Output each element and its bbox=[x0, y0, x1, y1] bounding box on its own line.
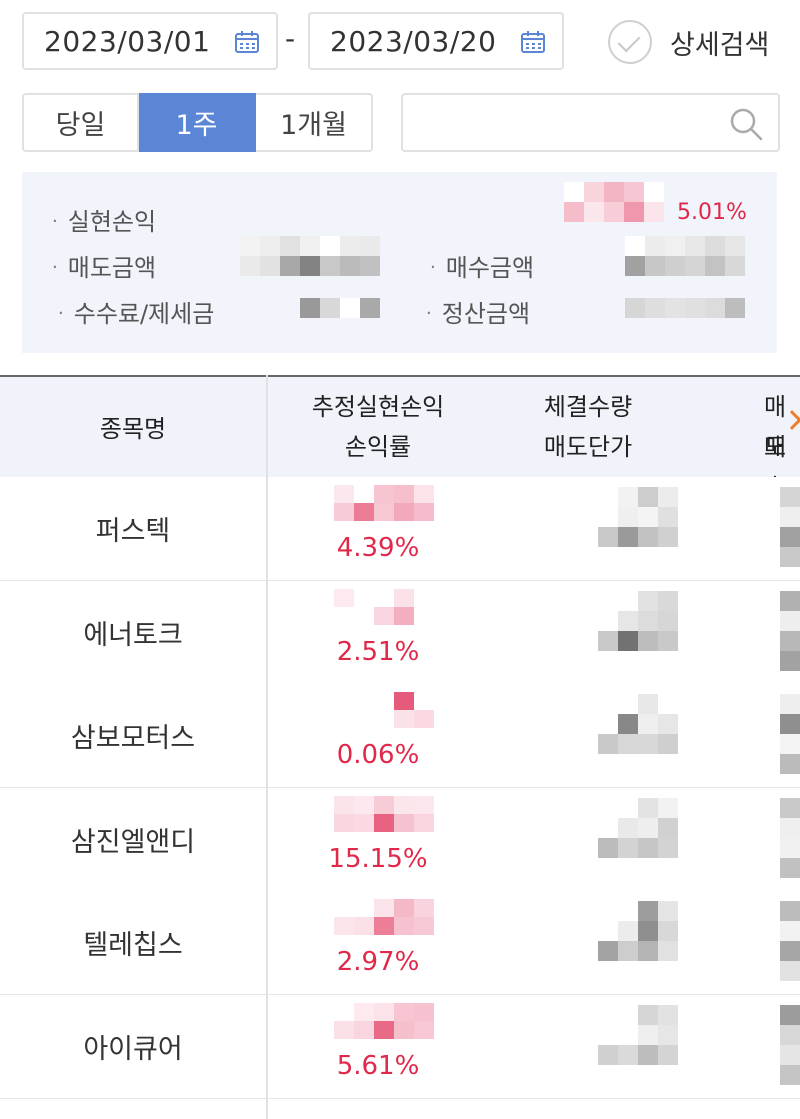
realized-pl-label: · 실현손익 bbox=[52, 208, 157, 236]
header-stock-name: 종목명 bbox=[99, 415, 167, 443]
detail-search-toggle[interactable]: 상세검색 bbox=[608, 20, 769, 64]
period-1week-button[interactable]: 1주 bbox=[139, 93, 256, 152]
pl-rate-value: 5.61% bbox=[336, 1050, 420, 1081]
table-header: 종목명 추정실현손익 손익률 체결수량 매도단가 매도 매수 bbox=[0, 375, 800, 501]
detail-search-label: 상세검색 bbox=[670, 29, 770, 61]
settle-amount-masked bbox=[625, 298, 745, 318]
pl-rate-value: 2.97% bbox=[336, 947, 420, 977]
qty-price-masked bbox=[598, 694, 678, 754]
header-pl-rate: 손익률 bbox=[344, 433, 412, 461]
stock-name: 퍼스텍 bbox=[95, 516, 171, 547]
realized-pl-amount-masked bbox=[564, 182, 664, 222]
next-column-masked bbox=[780, 590, 800, 671]
header-est-realized-pl: 추정실현손익 bbox=[311, 393, 445, 421]
est-realized-pl-masked bbox=[334, 1002, 434, 1039]
next-column-masked bbox=[780, 1004, 800, 1085]
est-realized-pl-masked bbox=[334, 485, 434, 521]
fee-tax-masked bbox=[300, 298, 380, 318]
column-divider bbox=[266, 375, 268, 1119]
period-selector: 당일 1주 1개월 bbox=[22, 93, 373, 152]
period-today-button[interactable]: 당일 bbox=[22, 93, 139, 152]
stock-name: 삼진엘앤디 bbox=[70, 826, 196, 858]
start-date-field[interactable]: 2023/03/01 bbox=[22, 12, 278, 70]
header-sell-price: 매도단가 bbox=[543, 433, 633, 461]
stock-search-input[interactable] bbox=[401, 93, 780, 152]
calendar-icon[interactable] bbox=[234, 30, 260, 54]
pl-rate-value: 4.39% bbox=[336, 533, 420, 563]
stock-name: 텔레칩스 bbox=[83, 930, 183, 961]
next-column-masked bbox=[780, 797, 800, 878]
stock-name: 삼보모터스 bbox=[70, 723, 196, 754]
qty-price-masked bbox=[598, 797, 678, 858]
fee-tax-label: · 수수료/제세금 bbox=[58, 300, 215, 328]
pl-rate-value: 2.51% bbox=[336, 636, 420, 667]
period-1month-button[interactable]: 1개월 bbox=[256, 93, 373, 152]
next-column-masked bbox=[780, 487, 800, 567]
qty-price-masked bbox=[598, 1004, 678, 1065]
stock-name: 에너토크 bbox=[83, 619, 183, 651]
next-column-masked bbox=[780, 694, 800, 774]
table-row[interactable]: 퍼스텍 4.39% bbox=[0, 477, 800, 581]
next-column-masked bbox=[780, 901, 800, 981]
calendar-icon[interactable] bbox=[520, 30, 546, 54]
pl-rate-value: 15.15% bbox=[328, 843, 428, 874]
stock-name: 아이큐어 bbox=[83, 1033, 183, 1065]
pl-rate-value: 0.06% bbox=[336, 740, 420, 770]
est-realized-pl-masked bbox=[334, 795, 434, 832]
summary-panel: · 실현손익 5.01% · 매도금액 · 매수금액 · 수수료/제세금 · 정산금액 bbox=[22, 172, 777, 353]
qty-price-masked bbox=[598, 901, 678, 961]
table-row[interactable]: 텔레칩스 2.97% bbox=[0, 891, 800, 995]
sell-amount-label: · 매도금액 bbox=[52, 254, 157, 282]
realized-pl-rate: 5.01% bbox=[677, 200, 747, 225]
header-exec-qty: 체결수량 bbox=[543, 393, 633, 421]
table-row[interactable]: 에너토크 2.51% bbox=[0, 580, 800, 685]
search-icon[interactable] bbox=[728, 106, 764, 142]
sell-amount-masked bbox=[240, 236, 380, 276]
end-date-field[interactable]: 2023/03/20 bbox=[308, 12, 564, 70]
buy-amount-label: · 매수금액 bbox=[430, 254, 535, 282]
check-circle-icon[interactable] bbox=[608, 20, 652, 64]
table-row[interactable]: 아이큐어 5.61% bbox=[0, 994, 800, 1099]
end-date-value: 2023/03/20 bbox=[330, 24, 497, 58]
qty-price-masked bbox=[598, 487, 678, 547]
table-row[interactable]: 삼진엘앤디 15.15% bbox=[0, 787, 800, 892]
est-realized-pl-masked bbox=[334, 899, 434, 935]
est-realized-pl-masked bbox=[334, 692, 434, 728]
buy-amount-masked bbox=[625, 236, 745, 276]
date-separator: - bbox=[285, 22, 296, 55]
start-date-value: 2023/03/01 bbox=[44, 24, 211, 58]
settle-amount-label: · 정산금액 bbox=[426, 300, 531, 328]
qty-price-masked bbox=[598, 590, 678, 651]
table-row[interactable]: 삼보모터스 0.06% bbox=[0, 684, 800, 788]
est-realized-pl-masked bbox=[334, 588, 434, 625]
